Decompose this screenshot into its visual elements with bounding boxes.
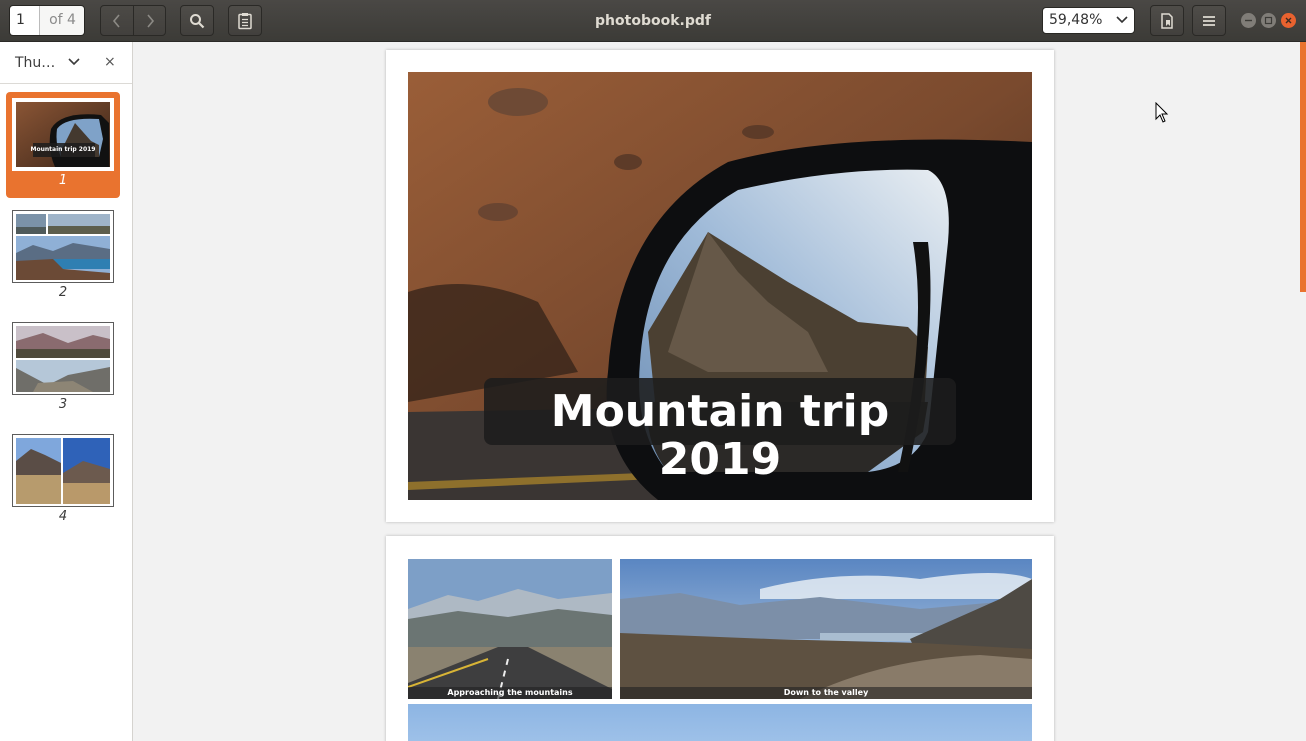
thumbnail-page-number: 4 xyxy=(58,509,68,524)
sidebar-mode-label[interactable]: Thu… xyxy=(15,42,55,84)
thumbnail-page-number: 1 xyxy=(58,173,68,188)
clipboard-icon xyxy=(238,12,252,29)
chevron-down-icon[interactable] xyxy=(68,58,80,66)
caption-left: Approaching the mountains xyxy=(447,688,573,697)
current-page-input[interactable]: 1 xyxy=(10,6,40,35)
next-page-button[interactable] xyxy=(134,6,166,35)
thumbnail-image xyxy=(12,434,114,507)
page-count-label: of 4 xyxy=(40,6,84,35)
close-sidebar-button[interactable]: × xyxy=(104,54,116,70)
minimize-button[interactable] xyxy=(1241,13,1256,28)
thumbnail-page-2[interactable]: 2 xyxy=(6,204,120,310)
page-number-entry[interactable]: 1 of 4 xyxy=(9,5,85,36)
zoom-value: 59,48% xyxy=(1049,12,1103,28)
mouse-cursor-icon xyxy=(1155,102,1169,123)
caption-right: Down to the valley xyxy=(783,688,869,697)
cover-title: Mountain trip 2019 xyxy=(550,386,890,485)
close-window-button[interactable] xyxy=(1281,13,1296,28)
hamburger-menu-icon xyxy=(1203,15,1215,26)
thumbnail-page-number: 2 xyxy=(58,285,68,300)
pdf-page-2: Approaching the mountains Down to the va… xyxy=(386,536,1054,741)
document-bookmark-icon xyxy=(1161,12,1173,29)
minimize-icon xyxy=(1245,19,1252,22)
maximize-icon xyxy=(1264,16,1273,25)
photo-panorama xyxy=(408,704,1032,741)
thumbnail-page-3[interactable]: 3 xyxy=(6,316,120,422)
thumbnail-image xyxy=(12,210,114,283)
bookmark-document-button[interactable] xyxy=(1150,5,1184,36)
document-view[interactable]: Mountain trip 2019 Approaching the mount… xyxy=(134,42,1306,741)
photo-approaching-mountains xyxy=(408,559,612,699)
thumbnail-page-number: 3 xyxy=(58,397,68,412)
zoom-select[interactable]: 59,48% xyxy=(1042,7,1135,34)
search-button[interactable] xyxy=(180,5,214,36)
sidebar-header: Thu… × xyxy=(0,42,132,84)
thumbnail-image xyxy=(12,322,114,395)
main-menu-button[interactable] xyxy=(1192,5,1226,36)
search-icon xyxy=(190,13,205,28)
thumbnail-caption: Mountain trip 2019 xyxy=(30,146,96,153)
annotations-button[interactable] xyxy=(228,5,262,36)
thumbnails-sidebar: Thu… × Mountain trip 2019 1 2 3 4 xyxy=(0,42,133,741)
close-icon xyxy=(1285,17,1292,24)
page-navigation-group xyxy=(100,5,166,36)
chevron-right-icon xyxy=(147,13,155,28)
pdf-page-1: Mountain trip 2019 xyxy=(386,50,1054,522)
thumbnail-image: Mountain trip 2019 xyxy=(12,98,114,171)
chevron-left-icon xyxy=(112,13,120,28)
vertical-scrollbar[interactable] xyxy=(1300,42,1306,292)
window-title: photobook.pdf xyxy=(595,13,711,29)
header-bar: 1 of 4 photobook.pdf 59,48% xyxy=(0,0,1306,42)
thumbnail-page-1[interactable]: Mountain trip 2019 1 xyxy=(6,92,120,198)
photo-down-to-valley xyxy=(620,559,1032,699)
chevron-down-icon xyxy=(1116,16,1128,24)
thumbnail-page-4[interactable]: 4 xyxy=(6,428,120,534)
previous-page-button[interactable] xyxy=(101,6,133,35)
maximize-button[interactable] xyxy=(1261,13,1276,28)
